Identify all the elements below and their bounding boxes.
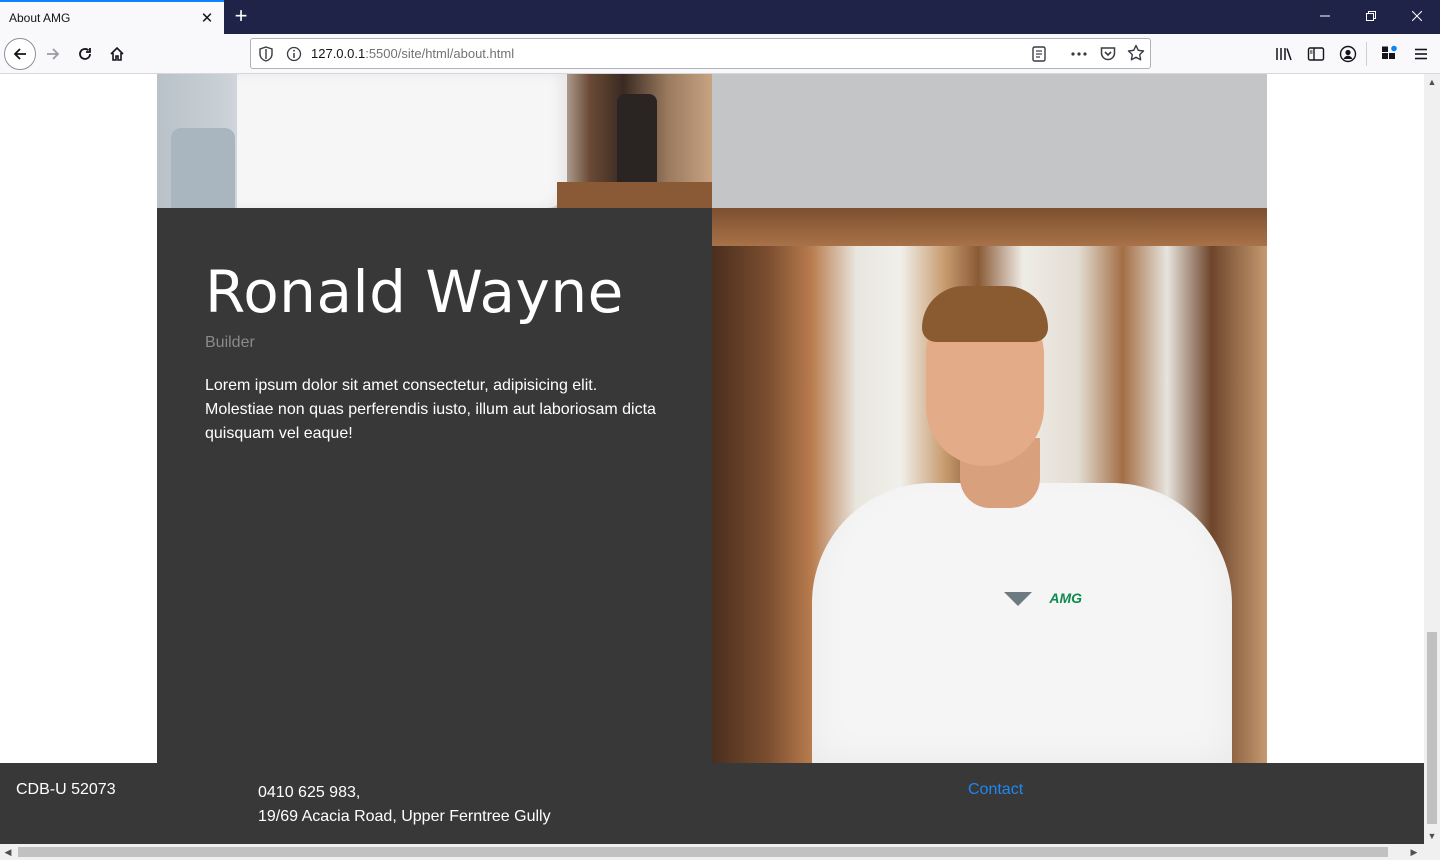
reader-view-icon[interactable] (1030, 45, 1048, 63)
toolbar-separator (1366, 42, 1367, 66)
horizontal-scrollbar[interactable]: ◀ ▶ (0, 844, 1440, 860)
back-button[interactable] (4, 38, 36, 70)
new-tab-button[interactable]: + (229, 4, 253, 28)
close-icon (1411, 10, 1423, 22)
footer-phone: 0410 625 983, (258, 784, 361, 801)
url-path: :5500/site/html/about.html (365, 46, 515, 61)
page-actions-more-icon[interactable] (1069, 45, 1089, 63)
photo-detail (812, 483, 1232, 763)
photo-detail (617, 94, 657, 194)
home-button[interactable] (101, 38, 133, 70)
sidebar-toggle-button[interactable] (1306, 44, 1326, 64)
team-member-description: Lorem ipsum dolor sit amet consectetur, … (205, 377, 656, 442)
footer-license-number: CDB-U 52073 (16, 781, 116, 798)
site-footer: CDB-U 52073 0410 625 983, 19/69 Acacia R… (0, 763, 1424, 844)
scroll-left-arrow-icon[interactable]: ◀ (0, 844, 16, 860)
window-restore-button[interactable] (1348, 0, 1394, 32)
vertical-scrollbar-thumb[interactable] (1427, 632, 1437, 824)
scroll-right-arrow-icon[interactable]: ▶ (1406, 844, 1422, 860)
bookmark-star-icon[interactable] (1127, 44, 1145, 62)
restore-icon (1366, 11, 1376, 21)
home-icon (110, 46, 124, 61)
reload-icon (79, 48, 91, 60)
navigation-toolbar: 127.0.0.1:5500/site/html/about.html (0, 34, 1440, 74)
tab-bar: About AMG ✕ + (0, 0, 1440, 34)
extensions-icon (1382, 45, 1397, 59)
team-member-role: Builder (205, 334, 255, 351)
window-close-button[interactable] (1394, 0, 1440, 32)
photo-detail (557, 182, 712, 208)
library-button[interactable] (1274, 44, 1294, 64)
minimize-icon (1320, 15, 1330, 17)
sidebar-icon (1307, 47, 1325, 61)
amg-logo: AMG (1049, 590, 1082, 606)
tracking-protection-shield-icon[interactable] (258, 46, 274, 62)
previous-team-member-photo (157, 74, 712, 208)
team-member-photo: AMG (712, 208, 1267, 763)
menu-icon (1415, 48, 1427, 60)
library-icon (1276, 48, 1292, 61)
arrow-right-icon (47, 48, 60, 60)
account-icon (1339, 45, 1357, 63)
pocket-icon[interactable] (1099, 45, 1117, 63)
arrow-left-icon (13, 48, 26, 60)
window-minimize-button[interactable] (1302, 0, 1348, 32)
close-tab-icon[interactable]: ✕ (198, 10, 216, 28)
photo-detail (712, 208, 1267, 246)
page-viewport: Ronald Wayne Builder Lorem ipsum dolor s… (0, 74, 1424, 844)
footer-address: 19/69 Acacia Road, Upper Ferntree Gully (258, 808, 551, 825)
scroll-up-arrow-icon[interactable]: ▲ (1424, 74, 1440, 90)
account-button[interactable] (1338, 44, 1358, 64)
url-host: 127.0.0.1 (311, 46, 366, 61)
vertical-scrollbar[interactable]: ▲ ▼ (1424, 74, 1440, 844)
url-text[interactable]: 127.0.0.1:5500/site/html/about.html (311, 46, 514, 61)
forward-button[interactable] (37, 38, 69, 70)
browser-tab-active[interactable]: About AMG ✕ (0, 0, 224, 34)
plus-icon: + (234, 3, 248, 28)
photo-detail (237, 74, 567, 208)
app-menu-button[interactable] (1411, 44, 1431, 64)
horizontal-scrollbar-thumb[interactable] (18, 847, 1388, 857)
scroll-down-arrow-icon[interactable]: ▼ (1424, 828, 1440, 844)
tab-title: About AMG (9, 11, 71, 25)
reload-button[interactable] (69, 38, 101, 70)
footer-contact-link[interactable]: Contact (968, 781, 1023, 799)
photo-detail (922, 286, 1048, 342)
team-member-bio-card: Ronald Wayne Builder Lorem ipsum dolor s… (157, 208, 712, 763)
site-info-icon[interactable] (286, 46, 302, 62)
team-member-name: Ronald Wayne (205, 258, 624, 326)
url-bar[interactable]: 127.0.0.1:5500/site/html/about.html (250, 38, 1151, 69)
extensions-button[interactable] (1379, 44, 1399, 64)
previous-team-member-card (712, 74, 1267, 208)
photo-detail (171, 128, 235, 208)
